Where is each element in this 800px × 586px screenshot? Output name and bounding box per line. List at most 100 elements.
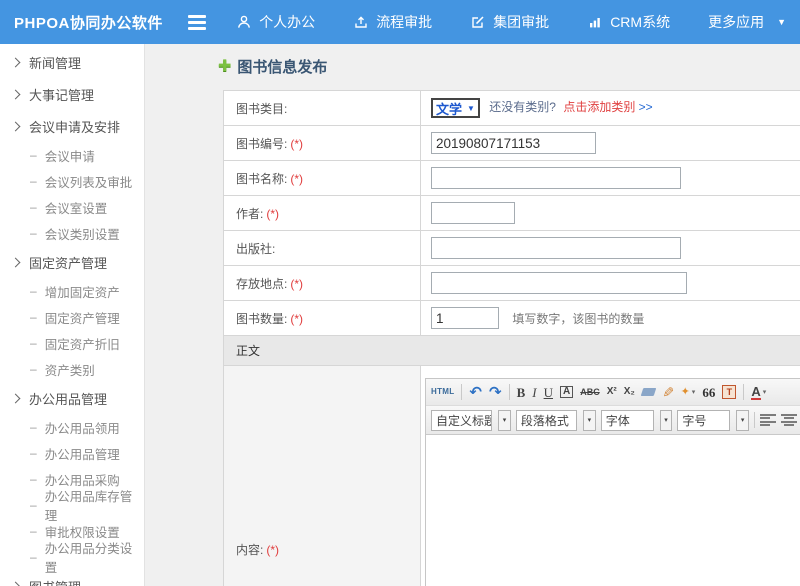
paste-as-text-icon[interactable]: T	[722, 385, 736, 399]
add-icon: ✚	[218, 56, 231, 76]
sidebar-label: 会议类别设置	[45, 224, 120, 243]
dash-icon: –	[30, 284, 37, 298]
sidebar-item-fixed-assets-management[interactable]: 固定资产管理	[0, 246, 144, 278]
chevron-right-icon	[11, 257, 21, 267]
eraser-icon[interactable]	[642, 388, 655, 396]
nav-process-approval[interactable]: 流程审批	[353, 12, 432, 32]
redo-icon[interactable]: ↷	[489, 385, 502, 400]
caret-down-icon[interactable]: ▾	[736, 410, 749, 431]
sidebar-label: 会议列表及审批	[45, 172, 133, 191]
dash-icon: –	[30, 524, 37, 538]
edit-icon	[470, 14, 486, 30]
sidebar-item-supplies-management[interactable]: –办公用品管理	[0, 440, 144, 466]
app-brand[interactable]: PHPOA协同办公软件	[14, 12, 178, 33]
font-color-button[interactable]: A▾	[751, 385, 766, 400]
book-name-input[interactable]	[431, 167, 681, 189]
paragraph-format-dropdown[interactable]: 段落格式	[516, 410, 577, 431]
align-left-icon[interactable]	[760, 414, 776, 426]
nav-more-apps[interactable]: 更多应用 ▼	[708, 12, 786, 32]
format-brush-icon[interactable]: ✎	[661, 386, 675, 398]
editor-content-area[interactable]	[426, 435, 800, 586]
strikethrough-button[interactable]: ABC	[580, 388, 600, 397]
caret-down-icon[interactable]: ▾	[583, 410, 596, 431]
dash-icon: –	[30, 226, 37, 240]
undo-icon[interactable]: ↶	[469, 385, 482, 400]
sidebar-label: 增加固定资产	[45, 282, 120, 301]
superscript-button[interactable]: X²	[607, 387, 617, 397]
toolbar-separator	[743, 384, 744, 400]
category-select[interactable]: 文学 ▼	[431, 98, 480, 118]
sidebar-item-meeting-apply[interactable]: –会议申请	[0, 142, 144, 168]
blockquote-button[interactable]: 66	[702, 386, 715, 399]
custom-heading-dropdown[interactable]: 自定义标题	[431, 410, 492, 431]
italic-button[interactable]: I	[532, 386, 536, 399]
sidebar-item-news-management[interactable]: 新闻管理	[0, 46, 144, 78]
subscript-button[interactable]: X₂	[624, 387, 635, 397]
bold-button[interactable]: B	[517, 386, 526, 399]
sidebar-label: 固定资产折旧	[45, 334, 120, 353]
sidebar-item-office-supplies-management[interactable]: 办公用品管理	[0, 382, 144, 414]
sidebar-label: 办公用品领用	[45, 418, 120, 437]
form-row-book-number: 图书编号:(*)	[224, 126, 800, 161]
book-info-form: 图书类目: 文学 ▼ 还没有类别? 点击添加类别 >> 图书编号:(*) 图书名…	[223, 90, 800, 586]
toolbar-separator	[461, 384, 462, 400]
caret-down-icon: ▼	[777, 17, 786, 27]
dash-icon: –	[30, 310, 37, 324]
required-mark: (*)	[290, 172, 303, 186]
sidebar-label: 图书管理	[29, 577, 81, 586]
sidebar-item-memorabilia-management[interactable]: 大事记管理	[0, 78, 144, 110]
sidebar-item-meeting-category-settings[interactable]: –会议类别设置	[0, 220, 144, 246]
dash-icon: –	[30, 498, 37, 512]
nav-personal-office[interactable]: 个人办公	[236, 12, 315, 32]
select-caret-icon: ▼	[467, 104, 475, 113]
editor-toolbar-row1: HTML ↶ ↷ B I U A ABC X² X₂	[426, 379, 800, 406]
form-row-book-name: 图书名称:(*)	[224, 161, 800, 196]
sidebar-label: 大事记管理	[29, 85, 94, 104]
upload-icon	[353, 14, 369, 30]
top-navigation: 个人办公 流程审批 集团审批 CRM系统 更多应用 ▼	[236, 12, 786, 32]
sidebar-item-supplies-category-settings[interactable]: –办公用品分类设置	[0, 544, 144, 570]
sidebar-label: 固定资产管理	[45, 308, 120, 327]
sidebar-item-supplies-claim[interactable]: –办公用品领用	[0, 414, 144, 440]
underline-button[interactable]: U	[544, 386, 553, 399]
html-source-button[interactable]: HTML	[431, 388, 454, 396]
highlight-pen-icon[interactable]: ✦▾	[681, 387, 696, 398]
align-center-icon[interactable]	[781, 414, 797, 426]
nav-label: 个人办公	[259, 12, 315, 32]
sidebar-item-meeting-list-approval[interactable]: –会议列表及审批	[0, 168, 144, 194]
menu-toggle-icon[interactable]	[188, 15, 206, 30]
required-mark: (*)	[290, 277, 303, 291]
caret-down-icon[interactable]: ▾	[660, 410, 673, 431]
quantity-hint: 填写数字，该图书的数量	[512, 312, 644, 326]
author-input[interactable]	[431, 202, 515, 224]
dash-icon: –	[30, 420, 37, 434]
location-input[interactable]	[431, 272, 687, 294]
nav-group-approval[interactable]: 集团审批	[470, 12, 549, 32]
sidebar-item-meeting-request[interactable]: 会议申请及安排	[0, 110, 144, 142]
category-hint-text: 还没有类别?	[489, 100, 556, 114]
form-row-content: 内容:(*) HTML ↶ ↷ B I U A	[224, 366, 800, 586]
publisher-input[interactable]	[431, 237, 681, 259]
add-category-link-arrows[interactable]: >>	[639, 100, 653, 114]
add-category-link[interactable]: 点击添加类别	[563, 100, 635, 114]
font-style-button[interactable]: A	[560, 386, 573, 398]
font-size-dropdown[interactable]: 字号	[677, 410, 730, 431]
form-row-publisher: 出版社:	[224, 231, 800, 266]
caret-down-icon[interactable]: ▾	[498, 410, 511, 431]
font-family-dropdown[interactable]: 字体	[601, 410, 654, 431]
required-mark: (*)	[290, 137, 303, 151]
sidebar-item-fixed-asset-management[interactable]: –固定资产管理	[0, 304, 144, 330]
book-number-input[interactable]	[431, 132, 596, 154]
dash-icon: –	[30, 550, 37, 564]
quantity-input[interactable]	[431, 307, 499, 329]
field-label: 图书数量:	[236, 312, 287, 326]
nav-label: 流程审批	[376, 12, 432, 32]
sidebar-item-fixed-asset-depreciation[interactable]: –固定资产折旧	[0, 330, 144, 356]
field-label: 图书名称:	[236, 172, 287, 186]
person-icon	[236, 14, 252, 30]
sidebar-item-add-fixed-asset[interactable]: –增加固定资产	[0, 278, 144, 304]
sidebar-item-supplies-inventory[interactable]: –办公用品库存管理	[0, 492, 144, 518]
sidebar-item-asset-category[interactable]: –资产类别	[0, 356, 144, 382]
sidebar-item-meeting-room-settings[interactable]: –会议室设置	[0, 194, 144, 220]
nav-crm-system[interactable]: CRM系统	[587, 12, 670, 32]
